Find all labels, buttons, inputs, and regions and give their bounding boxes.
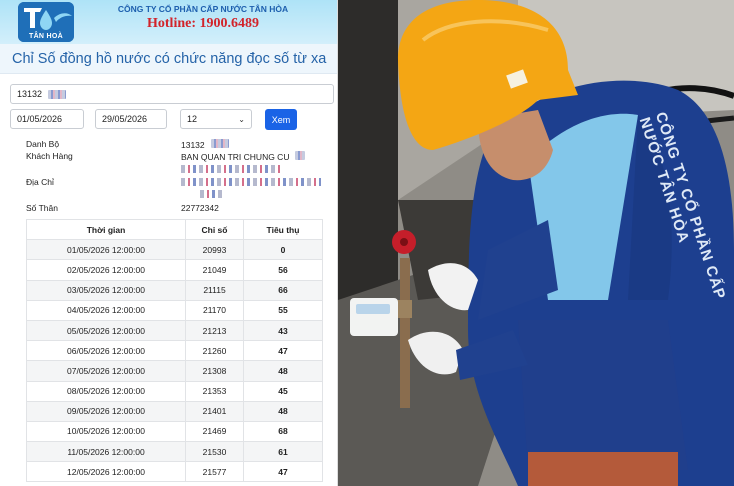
cell-reading: 21308 (185, 360, 244, 382)
company-name: CÔNG TY CỔ PHẦN CẤP NƯỚC TÂN HÒA (117, 4, 289, 14)
danh-bo-number: 13132 (181, 140, 205, 150)
serial-label: Số Thân (26, 203, 58, 213)
table-row: 06/05/2026 12:00:00 21260 47 (26, 340, 323, 362)
cell-reading: 21577 (185, 461, 244, 483)
cell-reading: 21170 (185, 299, 244, 321)
table-row: 05/05/2026 12:00:00 21213 43 (26, 319, 323, 342)
cell-consumption: 0 (243, 239, 323, 261)
redacted-address-line-1 (181, 178, 321, 186)
danh-bo-value: 13132 (181, 139, 229, 150)
table-row: 04/05/2026 12:00:00 21170 55 (26, 299, 323, 321)
cell-time: 11/05/2026 12:00:00 (26, 441, 186, 463)
cell-consumption: 47 (243, 340, 323, 362)
redacted-customer (295, 151, 306, 160)
cell-time: 04/05/2026 12:00:00 (26, 299, 186, 321)
table-row: 11/05/2026 12:00:00 21530 61 (26, 441, 323, 463)
cell-reading: 21469 (185, 420, 244, 443)
view-button[interactable]: Xem (265, 109, 297, 130)
cell-time: 09/05/2026 12:00:00 (26, 400, 186, 422)
table-row: 08/05/2026 12:00:00 21353 45 (26, 380, 323, 402)
cell-consumption: 56 (243, 259, 323, 281)
worker-photo: CÔNG TY CỔ PHẦN CẤP NƯỚC TÂN HÒA (338, 0, 734, 486)
redacted-danh-bo (210, 139, 229, 148)
cell-reading: 21049 (185, 259, 244, 281)
cell-consumption: 55 (243, 299, 323, 321)
cell-reading: 21353 (185, 380, 244, 402)
customer-label: Khách Hàng (26, 151, 73, 161)
from-date-input[interactable]: 01/05/2026 (10, 109, 84, 129)
hour-select[interactable]: 12 ⌄ (180, 109, 252, 129)
table-row: 09/05/2026 12:00:00 21401 48 (26, 400, 323, 422)
table-row: 03/05/2026 12:00:00 21115 66 (26, 279, 323, 301)
cell-time: 08/05/2026 12:00:00 (26, 380, 186, 402)
company-logo: TÂN HOÀ (18, 2, 74, 42)
cell-consumption: 48 (243, 400, 323, 422)
account-input-value: 13132 (17, 89, 43, 99)
to-date-input[interactable]: 29/05/2026 (95, 109, 167, 129)
cell-consumption: 68 (243, 420, 323, 443)
table-header-row: Thời gian Chỉ số Tiêu thụ (26, 218, 323, 241)
hour-select-value: 12 (187, 114, 198, 124)
cell-time: 03/05/2026 12:00:00 (26, 279, 186, 301)
column-header-time: Thời gian (26, 218, 186, 241)
cell-reading: 21213 (185, 319, 244, 342)
cell-consumption: 66 (243, 279, 323, 301)
cell-time: 10/05/2026 12:00:00 (26, 420, 186, 443)
cell-consumption: 43 (243, 319, 323, 342)
column-header-consumption: Tiêu thụ (243, 218, 323, 241)
redacted-address-line-2 (200, 190, 224, 198)
app-header: TÂN HOÀ CÔNG TY CỔ PHẦN CẤP NƯỚC TÂN HÒA… (0, 0, 337, 44)
cell-reading: 20993 (185, 239, 244, 261)
page-title: Chỉ Số đồng hồ nước có chức năng đọc số … (0, 44, 337, 74)
cell-reading: 21530 (185, 441, 244, 463)
danh-bo-label: Danh Bộ (26, 139, 60, 149)
customer-name: BAN QUAN TRI CHUNG CU (181, 152, 290, 162)
cell-consumption: 61 (243, 441, 323, 463)
table-row: 02/05/2026 12:00:00 21049 56 (26, 259, 323, 281)
serial-value: 22772342 (181, 203, 219, 213)
meter-reading-app: TÂN HOÀ CÔNG TY CỔ PHẦN CẤP NƯỚC TÂN HÒA… (0, 0, 338, 486)
hotline-text: Hotline: 1900.6489 (147, 16, 259, 31)
customer-value: BAN QUAN TRI CHUNG CU (181, 151, 306, 162)
table-row: 07/05/2026 12:00:00 21308 48 (26, 360, 323, 382)
cell-reading: 21260 (185, 340, 244, 362)
column-header-reading: Chỉ số (185, 218, 244, 241)
cell-time: 07/05/2026 12:00:00 (26, 360, 186, 382)
cell-time: 12/05/2026 12:00:00 (26, 461, 186, 483)
cell-time: 05/05/2026 12:00:00 (26, 319, 186, 342)
redacted-account-digits (48, 89, 67, 99)
cell-consumption: 48 (243, 360, 323, 382)
redacted-customer-line (181, 165, 281, 173)
account-input[interactable]: 13132 (10, 84, 334, 104)
cell-consumption: 47 (243, 461, 323, 483)
logo-text: TÂN HOÀ (29, 33, 63, 40)
cell-time: 02/05/2026 12:00:00 (26, 259, 186, 281)
chevron-down-icon: ⌄ (238, 114, 245, 124)
table-row: 10/05/2026 12:00:00 21469 68 (26, 420, 323, 443)
table-row: 01/05/2026 12:00:00 20993 0 (26, 239, 323, 261)
cell-reading: 21401 (185, 400, 244, 422)
address-label: Địa Chỉ (26, 177, 54, 187)
cell-reading: 21115 (185, 279, 244, 301)
table-row: 12/05/2026 12:00:00 21577 47 (26, 461, 323, 483)
cell-consumption: 45 (243, 380, 323, 402)
readings-table: Thời gian Chỉ số Tiêu thụ 01/05/2026 12:… (26, 218, 323, 483)
cell-time: 01/05/2026 12:00:00 (26, 239, 186, 261)
cell-time: 06/05/2026 12:00:00 (26, 340, 186, 362)
